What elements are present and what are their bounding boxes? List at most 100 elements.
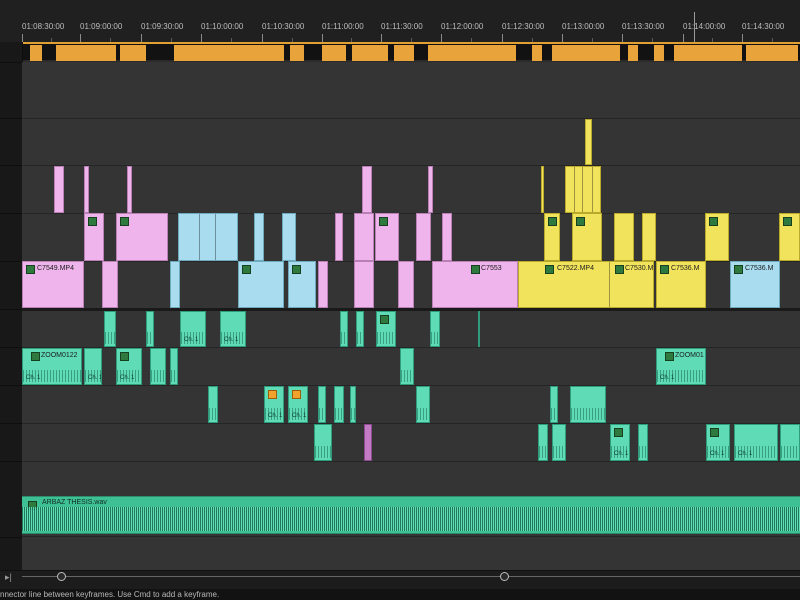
video-clip[interactable] xyxy=(84,213,104,261)
timecode-label: 01:12:00:00 xyxy=(441,22,484,31)
video-clip[interactable] xyxy=(170,261,180,308)
audio-waveform xyxy=(171,370,177,382)
audio-clip[interactable]: Ch. 1 xyxy=(706,424,730,461)
video-clip[interactable] xyxy=(428,166,433,213)
video-clip[interactable] xyxy=(335,213,343,261)
fx-badge-icon xyxy=(614,428,623,437)
audio-clip[interactable] xyxy=(340,311,348,347)
video-clip[interactable] xyxy=(238,261,284,308)
video-clip[interactable] xyxy=(541,166,544,213)
audio-clip[interactable] xyxy=(552,424,566,461)
audio-clip[interactable] xyxy=(150,348,166,385)
video-clip[interactable] xyxy=(84,166,89,213)
render-segment xyxy=(56,45,116,61)
video-clip[interactable] xyxy=(178,213,238,261)
audio-clip[interactable] xyxy=(400,348,414,385)
audio-clip[interactable] xyxy=(356,311,364,347)
time-ruler[interactable]: 01:08:30:00 01:09:00:00 01:09:30:00 01:1… xyxy=(0,0,800,43)
video-clip[interactable] xyxy=(362,166,372,213)
track-header-divider xyxy=(0,261,22,262)
audio-clip[interactable] xyxy=(430,311,440,347)
audio-clip[interactable] xyxy=(780,424,800,461)
video-clip[interactable] xyxy=(254,213,264,261)
video-clip[interactable] xyxy=(614,213,634,261)
video-clip[interactable] xyxy=(544,213,560,261)
audio-clip[interactable] xyxy=(416,386,430,423)
audio-clip[interactable] xyxy=(350,386,356,423)
audio-clip[interactable] xyxy=(208,386,218,423)
audio-clip[interactable]: Ch. 1 xyxy=(84,348,102,385)
video-clip[interactable] xyxy=(642,213,656,261)
scroll-handle-left[interactable] xyxy=(57,572,66,581)
clip-name: C7536.M xyxy=(745,265,774,272)
video-clip[interactable] xyxy=(585,119,592,165)
audio-clip[interactable] xyxy=(334,386,344,423)
ruler-tick xyxy=(381,34,382,42)
audio-clip[interactable] xyxy=(478,311,480,347)
audio-clip[interactable] xyxy=(104,311,116,347)
audio-clip[interactable] xyxy=(318,386,326,423)
video-clip[interactable]: C7522.MP4 C7530.M xyxy=(518,261,654,308)
audio-clip[interactable]: Ch. 1 xyxy=(734,424,778,461)
audio-clip[interactable] xyxy=(364,424,372,461)
video-clip[interactable] xyxy=(442,213,452,261)
audio-clip[interactable]: Ch. 1 xyxy=(288,386,308,423)
video-clip[interactable]: C7549.MP4 xyxy=(22,261,84,308)
scroll-handle-right[interactable] xyxy=(500,572,509,581)
video-clip[interactable] xyxy=(779,213,800,261)
audio-waveform xyxy=(639,446,647,458)
audio-clip[interactable] xyxy=(170,348,178,385)
fx-badge-icon xyxy=(292,265,301,274)
fx-badge-icon xyxy=(379,217,388,226)
video-clip[interactable] xyxy=(288,261,316,308)
video-clip[interactable] xyxy=(375,213,399,261)
audio-clip[interactable] xyxy=(314,424,332,461)
ruler-tick xyxy=(562,34,563,42)
track-area[interactable]: C7549.MP4 C7553 C7522.MP4 C7530.M C7536.… xyxy=(22,62,800,570)
video-clip[interactable] xyxy=(116,213,168,261)
audio-clip[interactable] xyxy=(376,311,396,347)
video-clip[interactable] xyxy=(282,213,296,261)
track-headers xyxy=(0,42,23,572)
video-clip[interactable] xyxy=(416,213,431,261)
audio-clip[interactable]: Ch. 1 xyxy=(180,311,206,347)
audio-clip[interactable]: Ch. 1 xyxy=(610,424,630,461)
render-segment xyxy=(746,45,798,61)
audio-clip[interactable] xyxy=(538,424,548,461)
video-clip[interactable] xyxy=(572,213,602,261)
playhead-line[interactable] xyxy=(694,12,695,42)
video-clip[interactable] xyxy=(318,261,328,308)
timecode-label: 01:13:30:00 xyxy=(622,22,665,31)
timeline-panel: 01:08:30:00 01:09:00:00 01:09:30:00 01:1… xyxy=(0,0,800,600)
audio-clip[interactable]: Ch. 1 xyxy=(220,311,246,347)
video-clip[interactable] xyxy=(398,261,414,308)
video-clip[interactable] xyxy=(354,261,374,308)
timecode-label: 01:12:30:00 xyxy=(502,22,545,31)
video-clip[interactable] xyxy=(54,166,64,213)
video-clip[interactable]: C7553 xyxy=(432,261,518,308)
video-audio-divider xyxy=(22,308,800,311)
video-clip[interactable] xyxy=(127,166,132,213)
render-segment xyxy=(674,45,742,61)
audio-clip[interactable]: Ch. 1 xyxy=(116,348,142,385)
video-clip[interactable]: C7536.M xyxy=(656,261,706,308)
video-clip[interactable] xyxy=(102,261,118,308)
video-clip[interactable] xyxy=(705,213,729,261)
video-clip[interactable]: C7536.M xyxy=(730,261,780,308)
audio-clip[interactable] xyxy=(638,424,648,461)
scroll-track[interactable] xyxy=(22,572,800,583)
master-audio-clip[interactable]: ARBAZ THESIS.wav xyxy=(22,496,800,534)
audio-waveform xyxy=(431,332,439,344)
audio-clip[interactable]: Ch. 1 xyxy=(264,386,284,423)
audio-clip[interactable] xyxy=(146,311,154,347)
audio-clip[interactable] xyxy=(570,386,606,423)
audio-waveform xyxy=(335,408,343,420)
scroll-end-icon[interactable]: ▸| xyxy=(5,572,12,583)
audio-clip[interactable] xyxy=(550,386,558,423)
audio-clip[interactable]: ZOOM01 Ch. 1 xyxy=(656,348,706,385)
audio-clip[interactable]: ZOOM0122 Ch. 1 xyxy=(22,348,82,385)
zoom-scroll-bar[interactable]: ▸| xyxy=(0,570,800,589)
video-clip[interactable] xyxy=(565,166,601,213)
render-segment xyxy=(654,45,664,61)
video-clip[interactable] xyxy=(354,213,374,261)
